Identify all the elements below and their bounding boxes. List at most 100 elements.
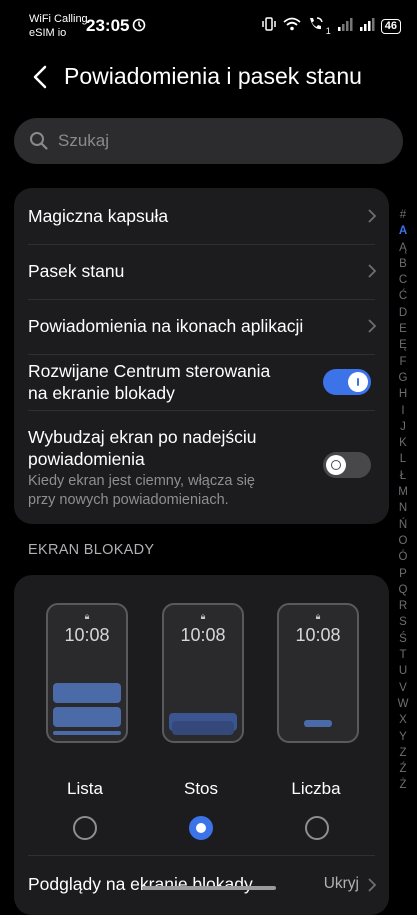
- chevron-right-icon: [367, 263, 377, 284]
- alphabet-index-letter[interactable]: Ć: [393, 288, 413, 304]
- chevron-right-icon: [367, 208, 377, 229]
- setting-label-line-1: Wybudzaj ekran po nadejściu: [28, 427, 257, 447]
- setting-description: Kiedy ekran jest ciemny, włącza się przy…: [28, 472, 255, 510]
- alphabet-index-letter[interactable]: D: [393, 305, 413, 321]
- status-bar: WiFi Calling eSIM io 23:05 1 46: [0, 0, 417, 50]
- lock-style-label: Liczba: [291, 779, 341, 798]
- preview-time: 10:08: [180, 625, 226, 645]
- toggle-knob: [326, 455, 346, 475]
- alphabet-index-letter[interactable]: J: [393, 419, 413, 435]
- alphabet-index-letter[interactable]: G: [393, 370, 413, 386]
- home-indicator: [142, 886, 276, 890]
- setting-label: Pasek stanu: [28, 261, 125, 281]
- alphabet-index-letter[interactable]: Q: [393, 582, 413, 598]
- screen-time-icon: [132, 18, 146, 37]
- lock-style-label: Lista: [67, 779, 103, 798]
- alphabet-index-letter[interactable]: E: [393, 321, 413, 337]
- setting-row-lockscreen-control-center: Rozwijane Centrum sterowania na ekranie …: [14, 354, 389, 410]
- lock-style-stack-preview[interactable]: 🔒︎ 10:08: [162, 603, 244, 743]
- lock-screen-card: 🔒︎ 10:08 🔒︎ 10:08 🔒︎ 10:08 Lista Stos Li…: [14, 575, 389, 915]
- lock-style-stack-radio[interactable]: [189, 816, 213, 840]
- alphabet-index-letter[interactable]: #: [393, 207, 413, 223]
- alphabet-index-letter[interactable]: A: [393, 223, 413, 239]
- back-arrow-icon[interactable]: [32, 65, 48, 94]
- lock-icon: 🔒︎: [84, 611, 90, 621]
- setting-label-line-1: Rozwijane Centrum sterowania: [28, 361, 271, 381]
- toggle-knob: [348, 372, 368, 392]
- setting-row-magic-capsule[interactable]: Magiczna kapsuła: [14, 188, 389, 244]
- lock-style-list-radio[interactable]: [73, 816, 97, 840]
- alphabet-index-letter[interactable]: R: [393, 598, 413, 614]
- wifi-calling-sub: 1: [325, 25, 331, 36]
- alphabet-index-letter[interactable]: L: [393, 451, 413, 467]
- setting-row-status-bar[interactable]: Pasek stanu: [14, 244, 389, 299]
- alphabet-index-letter[interactable]: O: [393, 533, 413, 549]
- lock-style-label: Stos: [183, 779, 219, 798]
- notification-stack-shadow: [172, 721, 234, 735]
- status-time: 23:05: [86, 16, 130, 35]
- carrier-info: WiFi Calling eSIM io: [29, 12, 88, 40]
- alphabet-index-letter[interactable]: V: [393, 680, 413, 696]
- alphabet-index[interactable]: # A Ą B C Ć D E Ę F G H I J K L Ł M N Ń O Ó P Q R S Ś T U V W X Y Z Ź Ż: [393, 207, 413, 794]
- setting-label: Wybudzaj ekran po nadejściu powiadomieni…: [28, 426, 256, 470]
- alphabet-index-letter[interactable]: Ó: [393, 549, 413, 565]
- settings-card: Magiczna kapsuła Pasek stanu Powiadomien…: [14, 188, 389, 524]
- setting-description-line-2: przy nowych powiadomieniach.: [28, 492, 229, 508]
- lock-style-list-preview[interactable]: 🔒︎ 10:08: [46, 603, 128, 743]
- alphabet-index-letter[interactable]: W: [393, 696, 413, 712]
- signal-icon-2: [359, 17, 375, 36]
- alphabet-index-letter[interactable]: Ń: [393, 517, 413, 533]
- search-placeholder: Szukaj: [58, 131, 110, 150]
- alphabet-index-letter[interactable]: S: [393, 614, 413, 630]
- alphabet-index-letter[interactable]: H: [393, 386, 413, 402]
- alphabet-index-letter[interactable]: I: [393, 403, 413, 419]
- control-center-toggle[interactable]: [323, 369, 371, 395]
- lock-style-count-radio[interactable]: [305, 816, 329, 840]
- section-title-lock-screen: EKRAN BLOKADY: [28, 542, 155, 558]
- setting-description-line-1: Kiedy ekran jest ciemny, włącza się: [28, 473, 255, 489]
- lock-style-count-preview[interactable]: 🔒︎ 10:08: [277, 603, 359, 743]
- page-title: Powiadomienia i pasek stanu: [64, 63, 362, 89]
- notification-bar: [53, 707, 121, 727]
- alphabet-index-letter[interactable]: T: [393, 647, 413, 663]
- alphabet-index-letter[interactable]: Z: [393, 745, 413, 761]
- alphabet-index-letter[interactable]: Ś: [393, 631, 413, 647]
- signal-icon-1: [337, 17, 353, 36]
- search-icon: [29, 131, 49, 156]
- alphabet-index-letter[interactable]: Ę: [393, 337, 413, 353]
- setting-row-wake-screen: Wybudzaj ekran po nadejściu powiadomieni…: [14, 410, 389, 524]
- alphabet-index-letter[interactable]: C: [393, 272, 413, 288]
- carrier-line-1: WiFi Calling: [29, 13, 88, 25]
- alphabet-index-letter[interactable]: B: [393, 256, 413, 272]
- alphabet-index-letter[interactable]: Y: [393, 729, 413, 745]
- setting-label-line-2: powiadomienia: [28, 449, 145, 469]
- alphabet-index-letter[interactable]: Ł: [393, 468, 413, 484]
- preview-time: 10:08: [64, 625, 110, 645]
- vibrate-icon: [261, 17, 277, 36]
- alphabet-index-letter[interactable]: X: [393, 712, 413, 728]
- setting-label: Rozwijane Centrum sterowania na ekranie …: [28, 360, 270, 404]
- battery-indicator: 46: [380, 19, 401, 34]
- notification-bar: [53, 683, 121, 703]
- notification-count-pill: [304, 720, 332, 727]
- preview-time: 10:08: [295, 625, 341, 645]
- alphabet-index-letter[interactable]: Ż: [393, 777, 413, 793]
- chevron-right-icon: [367, 318, 377, 339]
- setting-label: Podglądy na ekranie blokady: [28, 874, 253, 894]
- setting-row-app-icon-badges[interactable]: Powiadomienia na ikonach aplikacji: [14, 299, 389, 354]
- setting-value: Ukryj: [323, 875, 359, 892]
- alphabet-index-letter[interactable]: U: [393, 663, 413, 679]
- divider: [28, 855, 375, 856]
- alphabet-index-letter[interactable]: K: [393, 435, 413, 451]
- search-input[interactable]: Szukaj: [14, 118, 403, 164]
- alphabet-index-letter[interactable]: Ź: [393, 761, 413, 777]
- alphabet-index-letter[interactable]: P: [393, 566, 413, 582]
- alphabet-index-letter[interactable]: M: [393, 484, 413, 500]
- alphabet-index-letter[interactable]: Ą: [393, 240, 413, 256]
- alphabet-index-letter[interactable]: N: [393, 500, 413, 516]
- wifi-icon: [283, 17, 301, 36]
- notification-bar: [53, 731, 121, 735]
- alphabet-index-letter[interactable]: F: [393, 354, 413, 370]
- wake-screen-toggle[interactable]: [323, 452, 371, 478]
- page-header: Powiadomienia i pasek stanu: [0, 55, 417, 101]
